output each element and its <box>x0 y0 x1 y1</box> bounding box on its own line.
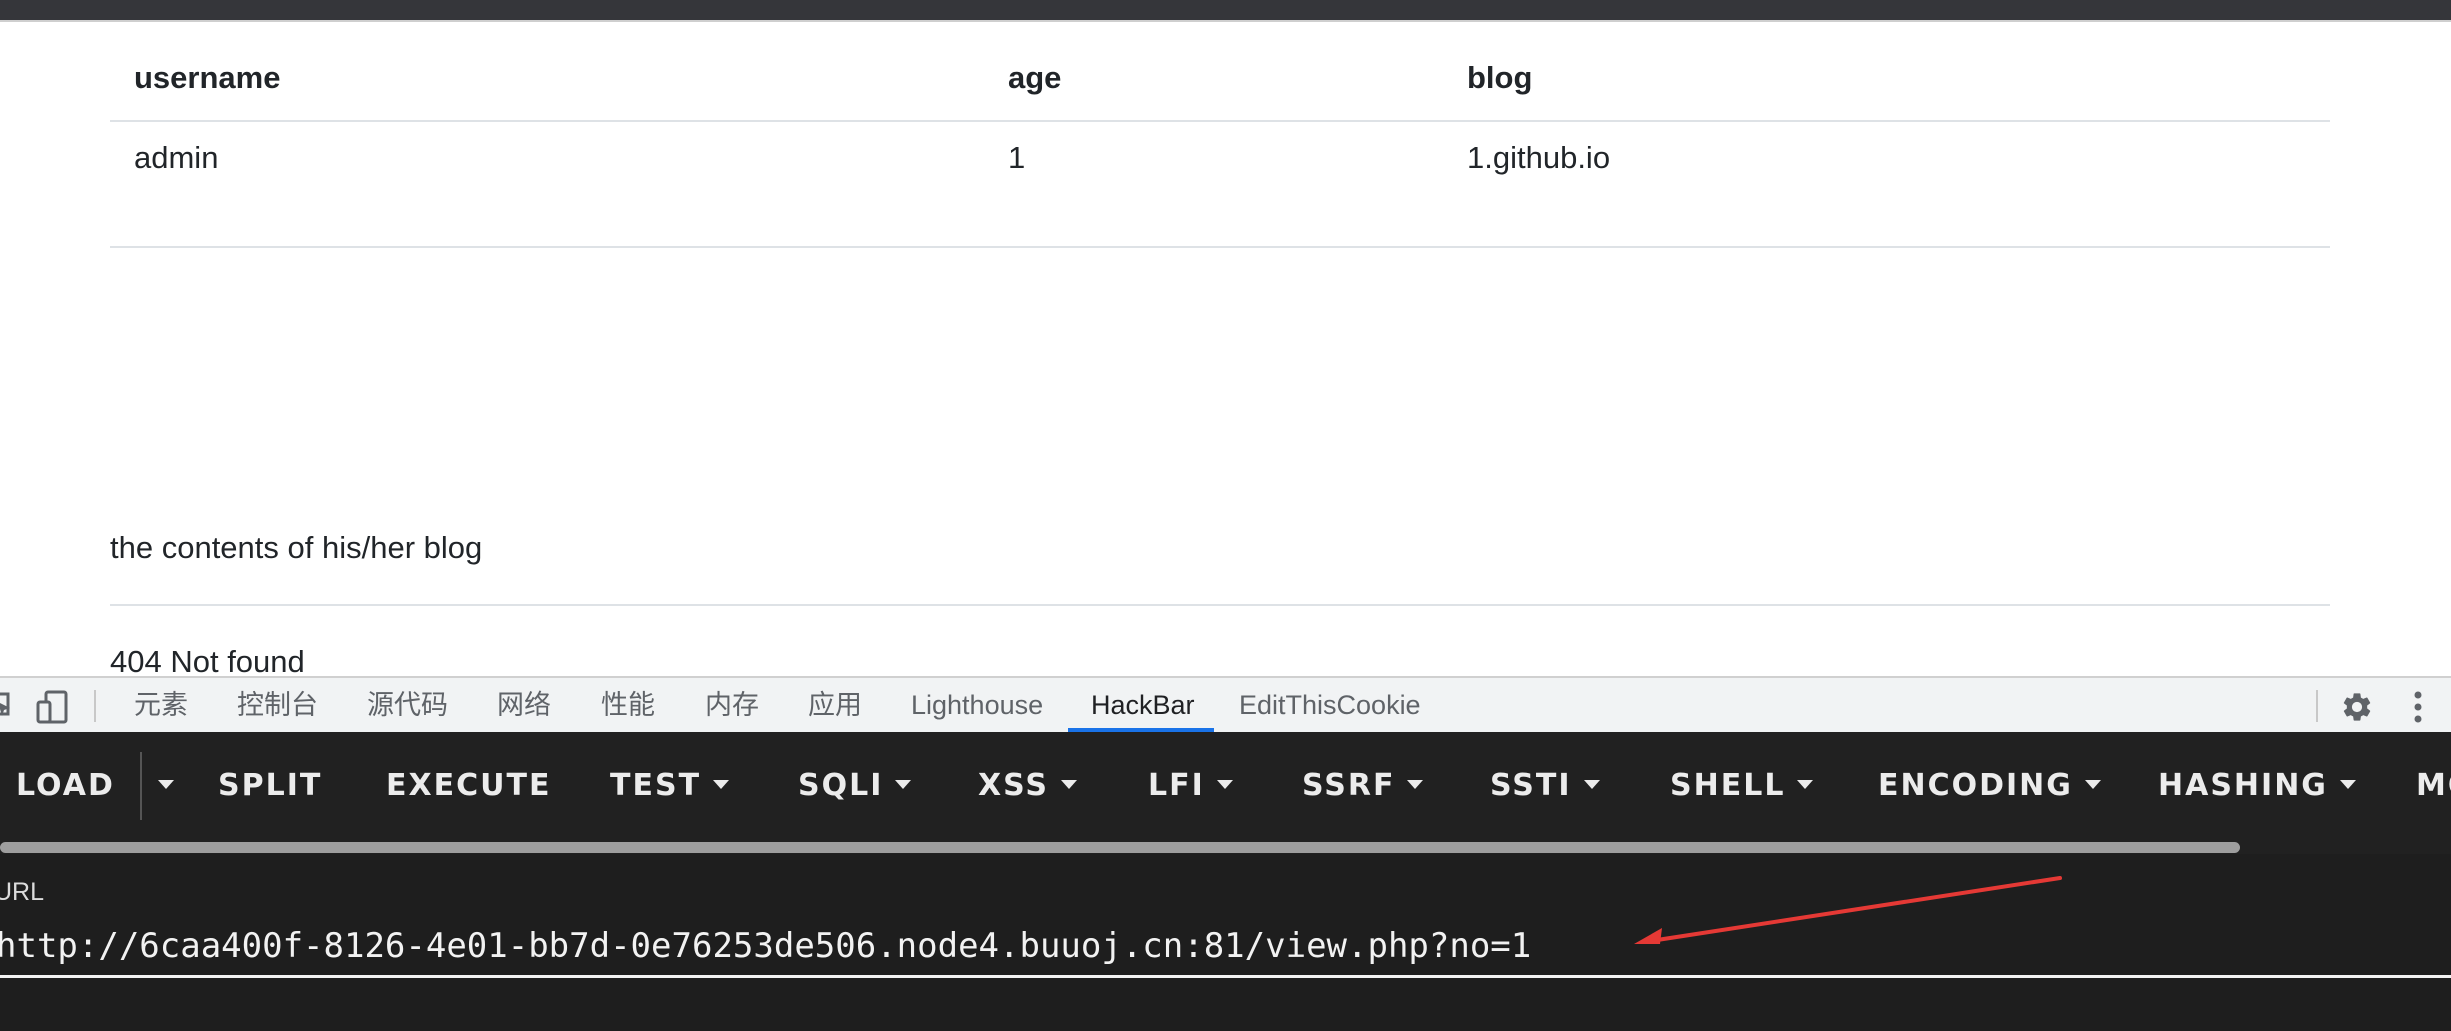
split-button[interactable]: SPLIT <box>218 732 322 840</box>
browser-top-bar <box>0 0 2451 20</box>
ssrf-menu[interactable]: SSRF <box>1302 732 1424 840</box>
header-age: age <box>984 36 1443 122</box>
url-label: URL <box>0 878 45 906</box>
shell-menu[interactable]: SHELL <box>1670 732 1814 840</box>
chevron-down-icon <box>895 780 912 789</box>
ssrf-label: SSRF <box>1302 768 1396 803</box>
chevron-down-icon <box>713 780 730 789</box>
xss-menu[interactable]: XSS <box>978 732 1077 840</box>
hashing-menu[interactable]: HASHING <box>2158 732 2356 840</box>
tab-sources[interactable]: 源代码 <box>367 678 448 732</box>
execute-button[interactable]: EXECUTE <box>386 732 551 840</box>
chevron-down-icon <box>1797 780 1814 789</box>
more-label: MO <box>2416 768 2451 803</box>
blog-content: 404 Not found <box>110 644 305 679</box>
lfi-menu[interactable]: LFI <box>1148 732 1233 840</box>
top-divider <box>0 20 2451 22</box>
browser-window: username age blog admin 1 1.github.io th… <box>0 0 2451 1031</box>
execute-label: EXECUTE <box>386 768 552 803</box>
annotation-arrow-icon <box>1634 876 2062 944</box>
tab-network[interactable]: 网络 <box>497 678 551 732</box>
header-blog: blog <box>1443 36 2330 122</box>
cell-age: 1 <box>984 121 1443 248</box>
blog-heading: the contents of his/her blog <box>110 530 483 565</box>
sqli-label: SQLI <box>798 768 884 803</box>
chevron-down-icon <box>1407 780 1424 789</box>
url-input[interactable]: http://6caa400f-8126-4e01-bb7d-0e76253de… <box>0 918 2451 978</box>
more-vertical-icon[interactable] <box>2410 690 2426 724</box>
chevron-down-icon <box>158 780 174 789</box>
toolbar-scrollbar-thumb[interactable] <box>0 842 2240 853</box>
shell-label: SHELL <box>1670 768 1786 803</box>
tab-application[interactable]: 应用 <box>808 678 862 732</box>
web-page: username age blog admin 1 1.github.io th… <box>0 0 2451 679</box>
load-button[interactable]: LOAD <box>16 732 115 840</box>
blog-divider <box>110 604 2330 606</box>
tab-separator <box>2316 690 2318 722</box>
inspect-icon[interactable] <box>0 690 12 720</box>
load-divider <box>140 752 142 820</box>
user-table: username age blog admin 1 1.github.io <box>110 36 2330 248</box>
table-header-row: username age blog <box>110 36 2330 122</box>
more-menu[interactable]: MO <box>2416 732 2451 840</box>
ssti-label: SSTI <box>1490 768 1572 803</box>
ssti-menu[interactable]: SSTI <box>1490 732 1600 840</box>
load-label: LOAD <box>16 768 115 803</box>
cell-blog: 1.github.io <box>1443 121 2330 248</box>
device-toolbar-icon[interactable] <box>36 690 70 724</box>
tab-lighthouse[interactable]: Lighthouse <box>911 678 1043 732</box>
split-label: SPLIT <box>218 768 323 803</box>
hackbar-toolbar: LOAD SPLIT EXECUTE TEST SQLI XSS LFI SSR… <box>0 732 2451 840</box>
sqli-menu[interactable]: SQLI <box>798 732 912 840</box>
tab-console[interactable]: 控制台 <box>237 678 318 732</box>
chevron-down-icon <box>2339 780 2356 789</box>
tab-separator <box>94 690 96 722</box>
chevron-down-icon <box>1216 780 1233 789</box>
hashing-label: HASHING <box>2158 768 2328 803</box>
test-menu[interactable]: TEST <box>610 732 730 840</box>
devtools-tab-bar: 元素 控制台 源代码 网络 性能 内存 应用 Lighthouse HackBa… <box>0 676 2451 732</box>
xss-label: XSS <box>978 768 1049 803</box>
encoding-label: ENCODING <box>1878 768 2073 803</box>
load-options-dropdown[interactable] <box>146 732 174 840</box>
tab-elements[interactable]: 元素 <box>134 678 188 732</box>
tab-performance[interactable]: 性能 <box>601 678 655 732</box>
test-label: TEST <box>610 768 702 803</box>
cell-username: admin <box>110 121 984 248</box>
tab-editthiscookie[interactable]: EditThisCookie <box>1239 678 1421 732</box>
gear-icon[interactable] <box>2340 690 2374 724</box>
table-row: admin 1 1.github.io <box>110 121 2330 248</box>
chevron-down-icon <box>1583 780 1600 789</box>
header-username: username <box>110 36 984 122</box>
tab-memory[interactable]: 内存 <box>705 678 759 732</box>
chevron-down-icon <box>2084 780 2101 789</box>
chevron-down-icon <box>1061 780 1077 789</box>
encoding-menu[interactable]: ENCODING <box>1878 732 2101 840</box>
tab-hackbar[interactable]: HackBar <box>1091 678 1195 732</box>
lfi-label: LFI <box>1148 768 1205 803</box>
